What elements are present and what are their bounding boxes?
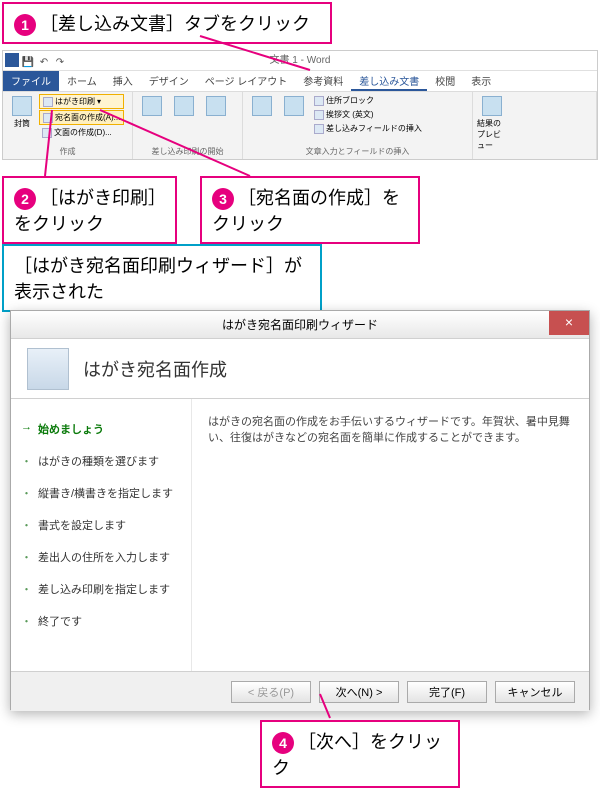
group-label-create: 作成: [7, 146, 128, 157]
envelope-button[interactable]: 封筒: [7, 94, 37, 146]
cancel-button[interactable]: キャンセル: [495, 681, 575, 703]
wizard-header-icon: [27, 348, 69, 390]
word-icon: [5, 53, 19, 67]
tab-layout[interactable]: ページ レイアウト: [197, 71, 296, 91]
callout-info: ［はがき宛名面印刷ウィザード］が表示された: [2, 244, 322, 312]
word-ribbon: 💾 ↶ ↷ 文書 1 - Word ファイル ホーム 挿入 デザイン ページ レ…: [2, 50, 598, 160]
close-button[interactable]: ×: [549, 311, 589, 335]
addr-block-icon: [314, 96, 324, 106]
hagaki-print-dropdown[interactable]: はがき印刷 ▾: [39, 94, 124, 109]
tab-references[interactable]: 参考資料: [295, 71, 351, 91]
tab-review[interactable]: 校閲: [427, 71, 463, 91]
wizard-titlebar: はがき宛名面印刷ウィザード ×: [11, 311, 589, 339]
select-recipients-button[interactable]: [169, 94, 199, 146]
callout-text: ［はがき宛名面印刷ウィザード］が表示された: [14, 256, 302, 302]
tab-file[interactable]: ファイル: [3, 71, 59, 91]
edit-recipients-button[interactable]: [201, 94, 231, 146]
wizard-step-finish[interactable]: 終了です: [17, 605, 185, 637]
wizard-description: はがきの宛名面の作成をお手伝いするウィザードです。年賀状、暑中見舞い、往復はがき…: [208, 416, 570, 444]
tab-home[interactable]: ホーム: [59, 71, 105, 91]
tab-design[interactable]: デザイン: [141, 71, 197, 91]
wizard-step-sender[interactable]: 差出人の住所を入力します: [17, 541, 185, 573]
group-label-start: 差し込み印刷の開始: [137, 146, 238, 157]
highlight-icon: [252, 96, 272, 116]
wizard-steps: 始めましょう はがきの種類を選びます 縦書き/横書きを指定します 書式を設定しま…: [11, 399, 191, 671]
next-button[interactable]: 次へ(N) >: [319, 681, 399, 703]
callout-number: 2: [14, 188, 36, 210]
wizard-content: はがきの宛名面の作成をお手伝いするウィザードです。年賀状、暑中見舞い、往復はがき…: [191, 399, 589, 671]
start-merge-button[interactable]: [137, 94, 167, 146]
callout-number: 4: [272, 732, 294, 754]
wizard-step-format[interactable]: 書式を設定します: [17, 509, 185, 541]
back-button: < 戻る(P): [231, 681, 311, 703]
wizard-footer: < 戻る(P) 次へ(N) > 完了(F) キャンセル: [11, 671, 589, 711]
callout-number: 1: [14, 14, 36, 36]
ribbon-tabs: ファイル ホーム 挿入 デザイン ページ レイアウト 参考資料 差し込み文書 校…: [3, 71, 597, 91]
wizard-step-type[interactable]: はがきの種類を選びます: [17, 445, 185, 477]
callout-text: ［差し込み文書］タブをクリック: [40, 14, 310, 34]
callout-1: 1［差し込み文書］タブをクリック: [2, 2, 332, 44]
group-preview: 結果のプレビュー: [473, 92, 597, 159]
save-icon[interactable]: 💾: [21, 53, 35, 67]
edit-list-icon: [206, 96, 226, 116]
barcode-icon: [284, 96, 304, 116]
wizard-dialog: はがき宛名面印刷ウィザード × はがき宛名面作成 始めましょう はがきの種類を選…: [10, 310, 590, 710]
address-icon: [43, 113, 53, 123]
create-text-item[interactable]: 文面の作成(D)...: [39, 126, 124, 139]
text-icon: [42, 128, 52, 138]
group-start-merge: 差し込み印刷の開始: [133, 92, 243, 159]
greeting-icon: [314, 110, 324, 120]
callout-number: 3: [212, 188, 234, 210]
callout-3: 3［宛名面の作成］をクリック: [200, 176, 420, 244]
highlight-fields-button[interactable]: [247, 94, 277, 146]
tab-mailings[interactable]: 差し込み文書: [351, 71, 427, 91]
wizard-title: はがき宛名面印刷ウィザード: [222, 318, 378, 332]
group-write-insert: 住所ブロック 挨拶文 (英文) 差し込みフィールドの挿入 文章入力とフィールドの…: [243, 92, 473, 159]
undo-icon[interactable]: ↶: [37, 53, 51, 67]
finish-button[interactable]: 完了(F): [407, 681, 487, 703]
wizard-step-start[interactable]: 始めましょう: [17, 413, 185, 445]
insert-field-button[interactable]: 差し込みフィールドの挿入: [311, 122, 425, 135]
wizard-body: 始めましょう はがきの種類を選びます 縦書き/横書きを指定します 書式を設定しま…: [11, 399, 589, 671]
tab-insert[interactable]: 挿入: [105, 71, 141, 91]
preview-icon: [482, 96, 502, 116]
wizard-header: はがき宛名面作成: [11, 339, 589, 399]
callout-4: 4［次へ］をクリック: [260, 720, 460, 788]
callout-2: 2［はがき印刷］をクリック: [2, 176, 177, 244]
document-title: 文書 1 - Word: [270, 55, 331, 66]
tab-view[interactable]: 表示: [463, 71, 499, 91]
hagaki-icon: [43, 97, 53, 107]
callout-text: ［宛名面の作成］をクリック: [212, 188, 400, 234]
recipients-icon: [174, 96, 194, 116]
group-create: 封筒 はがき印刷 ▾ 宛名面の作成(A)... 文面の作成(D)... 作成: [3, 92, 133, 159]
wizard-step-merge[interactable]: 差し込み印刷を指定します: [17, 573, 185, 605]
create-address-item[interactable]: 宛名面の作成(A)...: [39, 110, 124, 125]
insert-field-icon: [314, 124, 324, 134]
address-block-button[interactable]: 住所ブロック: [311, 94, 425, 107]
ribbon-body: 封筒 はがき印刷 ▾ 宛名面の作成(A)... 文面の作成(D)... 作成 差…: [3, 91, 597, 159]
redo-icon[interactable]: ↷: [53, 53, 67, 67]
barcode-button[interactable]: [279, 94, 309, 146]
quick-access-toolbar: 💾 ↶ ↷: [5, 53, 67, 67]
titlebar: 💾 ↶ ↷ 文書 1 - Word: [3, 51, 597, 71]
merge-icon: [142, 96, 162, 116]
group-label-write: 文章入力とフィールドの挿入: [247, 146, 468, 157]
callout-text: ［次へ］をクリック: [272, 732, 442, 778]
envelope-icon: [12, 96, 32, 116]
greeting-button[interactable]: 挨拶文 (英文): [311, 108, 425, 121]
preview-results-button[interactable]: 結果のプレビュー: [477, 94, 507, 157]
wizard-header-title: はがき宛名面作成: [83, 356, 227, 382]
wizard-step-orientation[interactable]: 縦書き/横書きを指定します: [17, 477, 185, 509]
